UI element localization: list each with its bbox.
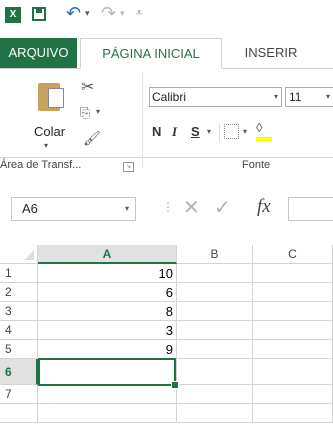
dialog-launcher-icon[interactable]: ↘ xyxy=(123,162,134,172)
cell-a3[interactable]: 8 xyxy=(38,302,177,321)
chevron-down-icon: ▾ xyxy=(273,92,278,101)
group-separator xyxy=(142,72,143,168)
row-header[interactable]: 7 xyxy=(0,385,38,404)
cell-b6[interactable] xyxy=(177,359,253,385)
redo-icon[interactable]: ↷ xyxy=(101,3,116,24)
fill-color-icon[interactable]: ◊ xyxy=(256,120,262,135)
column-header-c[interactable]: C xyxy=(253,245,333,264)
cell-b4[interactable] xyxy=(177,321,253,340)
underline-button[interactable]: S xyxy=(191,124,200,139)
chevron-down-icon: ▾ xyxy=(325,92,330,101)
cell-c4[interactable] xyxy=(253,321,333,340)
column-header-b[interactable]: B xyxy=(177,245,253,264)
borders-icon[interactable] xyxy=(224,124,239,139)
font-group-label: Fonte xyxy=(242,159,271,171)
copy-dropdown-icon[interactable]: ▾ xyxy=(96,107,100,116)
undo-dropdown-icon[interactable]: ▾ xyxy=(85,8,90,19)
cell-c3[interactable] xyxy=(253,302,333,321)
format-painter-icon[interactable]: 🖌 xyxy=(83,130,101,147)
cell-c5[interactable] xyxy=(253,340,333,359)
borders-dropdown-icon[interactable]: ▾ xyxy=(243,127,247,136)
fill-color-swatch xyxy=(256,137,272,141)
tab-home[interactable]: PÁGINA INICIAL xyxy=(80,38,222,69)
column-header-a[interactable]: A xyxy=(38,245,177,264)
divider xyxy=(219,124,220,142)
cell-b8[interactable] xyxy=(177,404,253,423)
cell-a2[interactable]: 6 xyxy=(38,283,177,302)
redo-dropdown-icon[interactable]: ▾ xyxy=(120,8,125,19)
cell-b7[interactable] xyxy=(177,385,253,404)
quick-access-toolbar: X ↶ ▾ ↷ ▾ ⩡ xyxy=(0,0,333,30)
active-cell-outline xyxy=(38,358,176,386)
paste-button-label[interactable]: Colar xyxy=(34,124,65,139)
row-header[interactable]: 2 xyxy=(0,283,38,302)
cell-a1[interactable]: 10 xyxy=(38,264,177,283)
tab-insert[interactable]: INSERIR xyxy=(240,38,302,68)
cell-c2[interactable] xyxy=(253,283,333,302)
cell-a8[interactable] xyxy=(38,404,177,423)
font-size-select[interactable]: 11 ▾ xyxy=(285,87,333,107)
underline-dropdown-icon[interactable]: ▾ xyxy=(207,127,211,136)
name-box[interactable]: A6 ▾ xyxy=(11,197,136,221)
ribbon-tabs: ARQUIVO PÁGINA INICIAL INSERIR xyxy=(0,38,333,69)
formula-input[interactable] xyxy=(288,197,333,221)
worksheet-grid[interactable]: A B C 1 10 2 6 3 8 4 3 5 9 6 7 xyxy=(0,245,333,447)
cell-a4[interactable]: 3 xyxy=(38,321,177,340)
font-size-value: 11 xyxy=(289,90,302,104)
row-header[interactable]: 3 xyxy=(0,302,38,321)
save-icon[interactable] xyxy=(32,7,46,21)
cell-b2[interactable] xyxy=(177,283,253,302)
cancel-icon[interactable]: ✕ xyxy=(183,195,200,220)
cell-c1[interactable] xyxy=(253,264,333,283)
fill-handle[interactable] xyxy=(171,381,179,389)
row-header-selected[interactable]: 6 xyxy=(0,359,38,385)
italic-button[interactable]: I xyxy=(172,124,177,140)
excel-icon: X xyxy=(5,7,21,23)
enter-icon[interactable]: ✓ xyxy=(214,195,231,220)
row-header[interactable] xyxy=(0,404,38,423)
cell-b5[interactable] xyxy=(177,340,253,359)
customize-qat-icon[interactable]: ⩡ xyxy=(136,7,142,20)
name-box-value: A6 xyxy=(22,201,38,216)
cell-c7[interactable] xyxy=(253,385,333,404)
chevron-down-icon: ▾ xyxy=(124,204,129,213)
select-all-button[interactable] xyxy=(0,245,38,264)
copy-icon[interactable]: ⎘ xyxy=(80,105,90,121)
cut-icon[interactable]: ✂ xyxy=(81,77,94,97)
tab-file[interactable]: ARQUIVO xyxy=(0,38,77,68)
paste-dropdown-icon[interactable]: ▾ xyxy=(44,141,48,150)
font-name-value: Calibri xyxy=(152,90,187,104)
row-header[interactable]: 4 xyxy=(0,321,38,340)
paste-icon[interactable] xyxy=(38,83,64,111)
clipboard-group-label: Área de Transf... xyxy=(0,159,82,171)
cell-b3[interactable] xyxy=(177,302,253,321)
font-name-select[interactable]: Calibri ▾ xyxy=(149,87,282,107)
insert-function-button[interactable]: fx xyxy=(257,196,271,218)
cell-a7[interactable] xyxy=(38,385,177,404)
cell-a5[interactable]: 9 xyxy=(38,340,177,359)
cell-c6[interactable] xyxy=(253,359,333,385)
cell-c8[interactable] xyxy=(253,404,333,423)
bold-button[interactable]: N xyxy=(152,124,161,139)
row-header[interactable]: 1 xyxy=(0,264,38,283)
cell-b1[interactable] xyxy=(177,264,253,283)
formula-bar-grip-icon[interactable]: ⋮ xyxy=(162,200,174,214)
row-header[interactable]: 5 xyxy=(0,340,38,359)
undo-icon[interactable]: ↶ xyxy=(66,3,81,24)
